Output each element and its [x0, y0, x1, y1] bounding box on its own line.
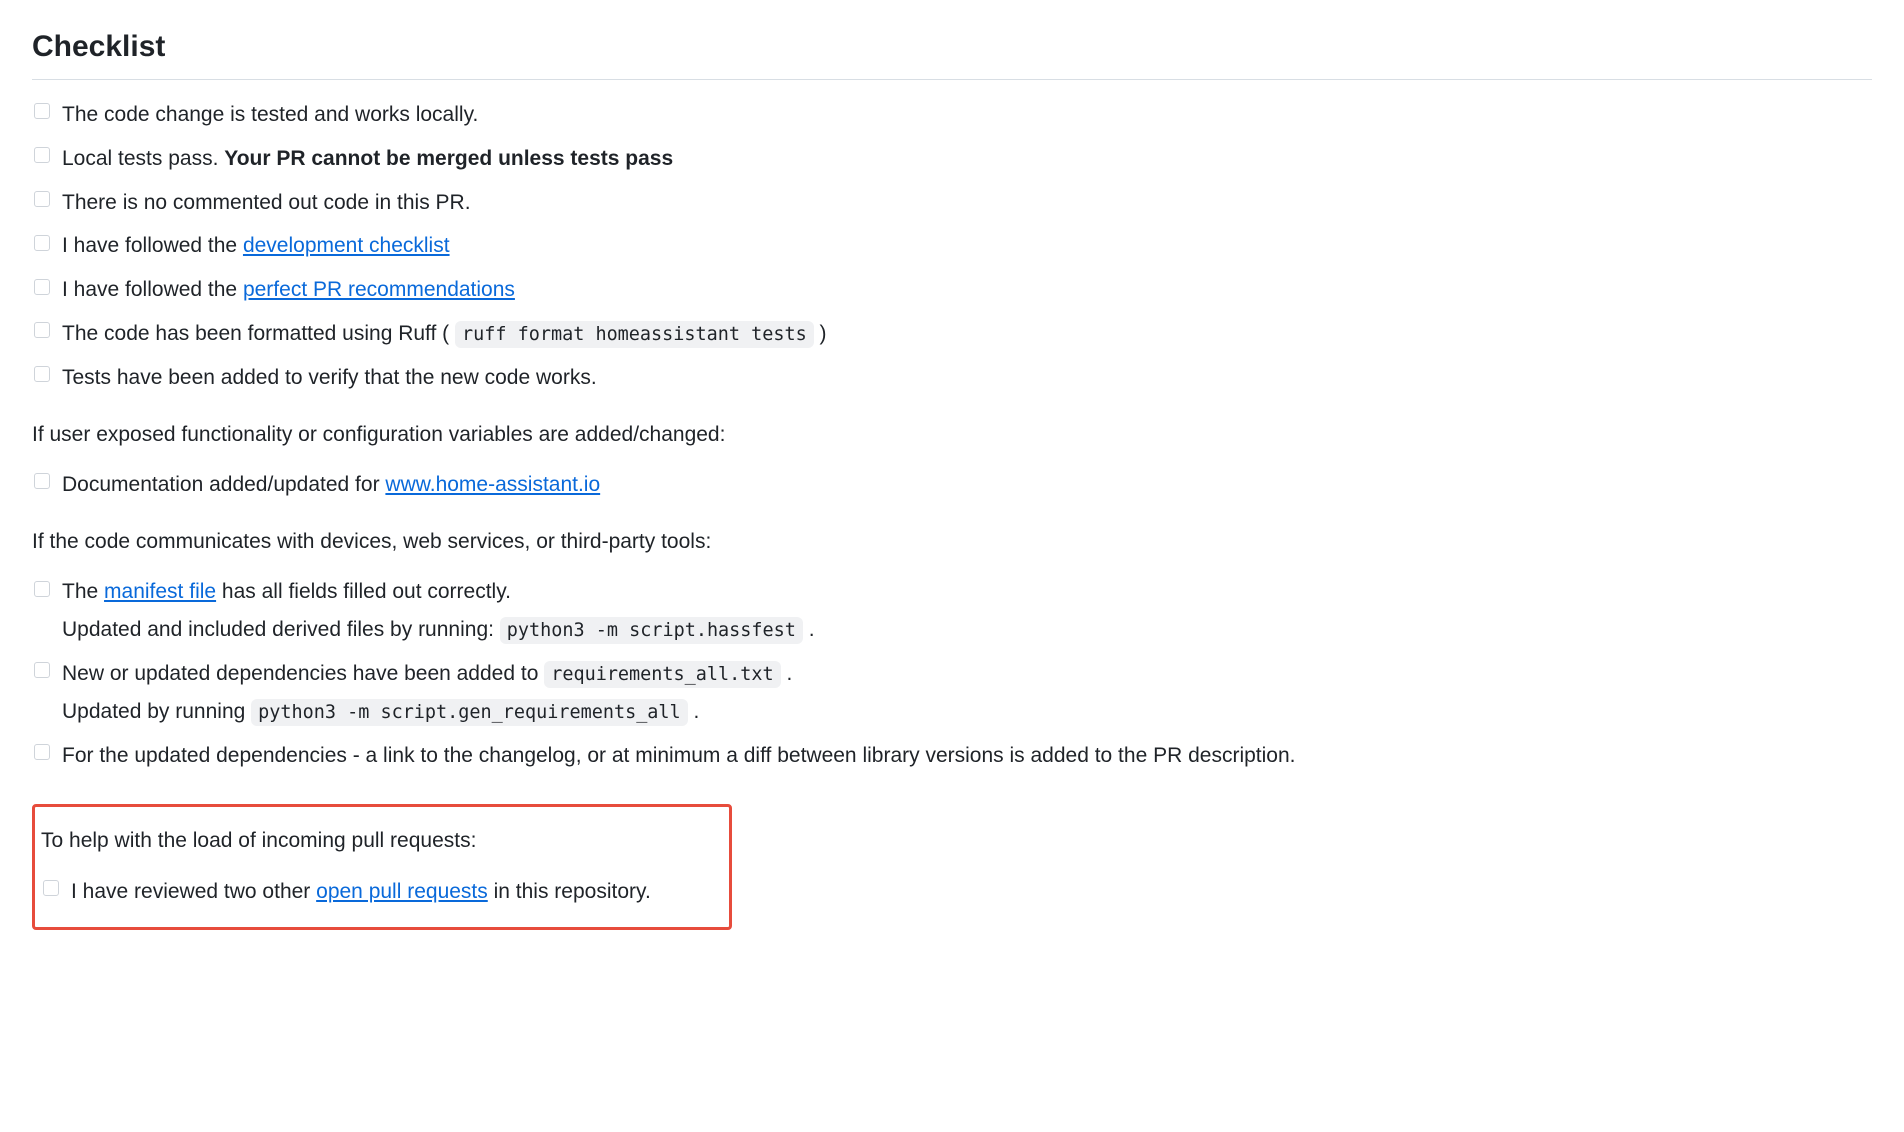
item-text: The code has been formatted using Ruff ( — [62, 322, 455, 345]
checklist-item: I have followed the development checklis… — [62, 227, 1872, 265]
item-text: . — [688, 700, 700, 723]
item-text: Local tests pass. — [62, 147, 224, 170]
item-strong: Your PR cannot be merged unless tests pa… — [224, 147, 673, 170]
checklist-heading: Checklist — [32, 24, 1872, 80]
checklist-item: I have followed the perfect PR recommend… — [62, 271, 1872, 309]
checklist-item: For the updated dependencies - a link to… — [62, 737, 1872, 775]
item-text: Updated and included derived files by ru… — [62, 618, 500, 641]
checklist-group-2: Documentation added/updated for www.home… — [32, 466, 1872, 504]
section-third-party: If the code communicates with devices, w… — [32, 526, 1872, 558]
checklist-item: Local tests pass. Your PR cannot be merg… — [62, 140, 1872, 178]
item-text: I have followed the — [62, 234, 243, 257]
checklist-group-4: I have reviewed two other open pull requ… — [41, 873, 723, 911]
item-text: The code change is tested and works loca… — [62, 103, 478, 126]
checklist-item: The manifest file has all fields filled … — [62, 573, 1872, 649]
checkbox-icon[interactable] — [34, 744, 50, 760]
gen-requirements-code: python3 -m script.gen_requirements_all — [251, 699, 688, 726]
checkbox-icon[interactable] — [34, 103, 50, 119]
item-text: I have followed the — [62, 278, 243, 301]
checklist-item: The code change is tested and works loca… — [62, 96, 1872, 134]
checklist-item: Documentation added/updated for www.home… — [62, 466, 1872, 504]
checklist-item: New or updated dependencies have been ad… — [62, 655, 1872, 731]
item-text: ) — [814, 322, 827, 345]
item-text: Tests have been added to verify that the… — [62, 366, 597, 389]
checkbox-icon[interactable] — [34, 581, 50, 597]
item-text: New or updated dependencies have been ad… — [62, 662, 544, 685]
checklist-group-3: The manifest file has all fields filled … — [32, 573, 1872, 774]
checkbox-icon[interactable] — [43, 880, 59, 896]
requirements-all-code: requirements_all.txt — [544, 661, 780, 688]
item-text: Documentation added/updated for — [62, 473, 385, 496]
perfect-pr-link[interactable]: perfect PR recommendations — [243, 278, 515, 301]
checkbox-icon[interactable] — [34, 147, 50, 163]
checkbox-icon[interactable] — [34, 662, 50, 678]
manifest-file-link[interactable]: manifest file — [104, 580, 216, 603]
item-text: For the updated dependencies - a link to… — [62, 744, 1295, 767]
ruff-format-code: ruff format homeassistant tests — [455, 321, 814, 348]
checkbox-icon[interactable] — [34, 473, 50, 489]
item-text: The — [62, 580, 104, 603]
checklist-item: There is no commented out code in this P… — [62, 184, 1872, 222]
item-text: has all fields filled out correctly. — [216, 580, 511, 603]
open-pull-requests-link[interactable]: open pull requests — [316, 880, 488, 903]
checkbox-icon[interactable] — [34, 279, 50, 295]
section-user-exposed: If user exposed functionality or configu… — [32, 419, 1872, 451]
hassfest-code: python3 -m script.hassfest — [500, 617, 803, 644]
highlight-box: To help with the load of incoming pull r… — [32, 804, 732, 929]
checklist-item: The code has been formatted using Ruff (… — [62, 315, 1872, 353]
checkbox-icon[interactable] — [34, 235, 50, 251]
checkbox-icon[interactable] — [34, 322, 50, 338]
checklist-group-1: The code change is tested and works loca… — [32, 96, 1872, 397]
development-checklist-link[interactable]: development checklist — [243, 234, 450, 257]
section-pr-load: To help with the load of incoming pull r… — [41, 825, 723, 857]
item-text: . — [803, 618, 815, 641]
item-text: There is no commented out code in this P… — [62, 191, 471, 214]
item-text: in this repository. — [488, 880, 651, 903]
checkbox-icon[interactable] — [34, 191, 50, 207]
item-text: I have reviewed two other — [71, 880, 316, 903]
item-text: Updated by running — [62, 700, 251, 723]
item-text: . — [781, 662, 793, 685]
checklist-item: I have reviewed two other open pull requ… — [71, 873, 723, 911]
checkbox-icon[interactable] — [34, 366, 50, 382]
home-assistant-io-link[interactable]: www.home-assistant.io — [385, 473, 600, 496]
checklist-item: Tests have been added to verify that the… — [62, 359, 1872, 397]
